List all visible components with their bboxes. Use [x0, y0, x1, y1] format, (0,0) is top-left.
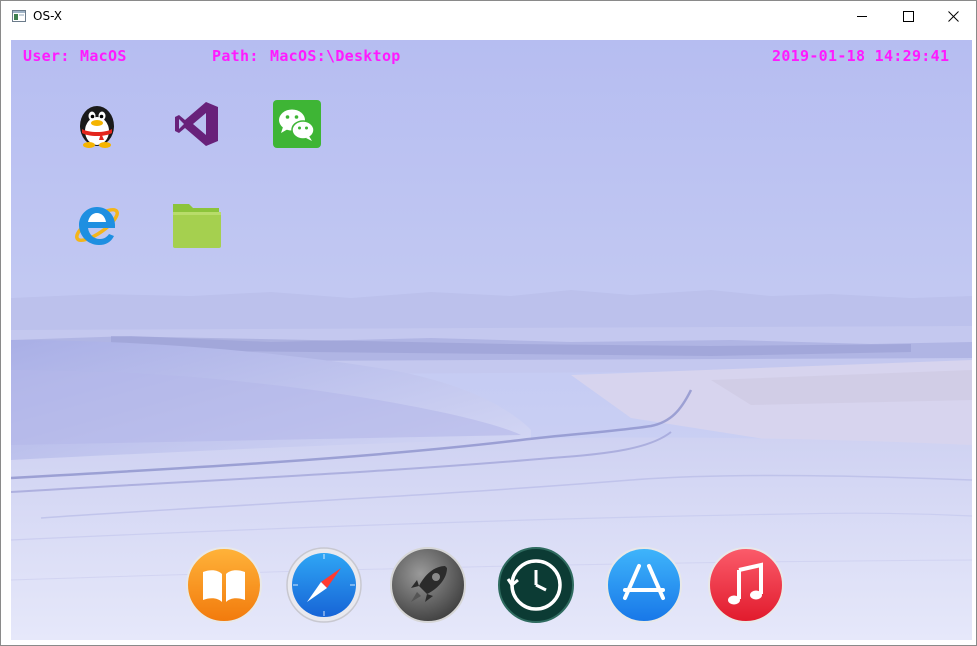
title-bar[interactable]: OS-X	[1, 1, 976, 32]
safari-icon	[285, 546, 363, 624]
dock-item-itunes[interactable]	[707, 546, 785, 624]
dock-item-time-machine[interactable]	[497, 546, 575, 624]
maximize-button[interactable]	[885, 1, 931, 32]
wallpaper-snow-landscape	[11, 40, 972, 640]
desktop-icon-wechat[interactable]	[271, 98, 323, 150]
app-window: OS-X User: MacOS Path: MacOS:\Desktop 20…	[0, 0, 977, 646]
internet-explorer-icon	[71, 198, 123, 250]
qq-penguin-icon	[71, 98, 123, 150]
folder-icon	[171, 198, 223, 250]
wechat-icon	[271, 98, 323, 150]
window-app-icon	[12, 10, 26, 22]
itunes-music-icon	[707, 546, 785, 624]
desktop-icon-qq[interactable]	[71, 98, 123, 150]
minimize-icon	[856, 11, 868, 22]
desktop-area[interactable]: User: MacOS Path: MacOS:\Desktop 2019-01…	[11, 40, 972, 640]
launchpad-rocket-icon	[389, 546, 467, 624]
desktop-icon-internet-explorer[interactable]	[71, 198, 123, 250]
close-button[interactable]	[930, 1, 976, 32]
window-title: OS-X	[33, 9, 63, 23]
app-store-icon	[605, 546, 683, 624]
dock-item-ibooks[interactable]	[185, 546, 263, 624]
desktop-icon-folder[interactable]	[171, 198, 223, 250]
dock-item-launchpad[interactable]	[389, 546, 467, 624]
visual-studio-icon	[171, 98, 223, 150]
user-label: User:	[23, 47, 70, 65]
ibooks-icon	[185, 546, 263, 624]
path-value: MacOS:\Desktop	[270, 47, 401, 65]
close-icon	[947, 11, 959, 22]
path-label: Path:	[212, 47, 259, 65]
desktop-icon-visual-studio[interactable]	[171, 98, 223, 150]
datetime-display: 2019-01-18 14:29:41	[772, 47, 950, 65]
dock-item-app-store[interactable]	[605, 546, 683, 624]
time-machine-icon	[497, 546, 575, 624]
user-value: MacOS	[80, 47, 127, 65]
maximize-icon	[902, 11, 914, 22]
dock-item-safari[interactable]	[285, 546, 363, 624]
minimize-button[interactable]	[839, 1, 885, 32]
